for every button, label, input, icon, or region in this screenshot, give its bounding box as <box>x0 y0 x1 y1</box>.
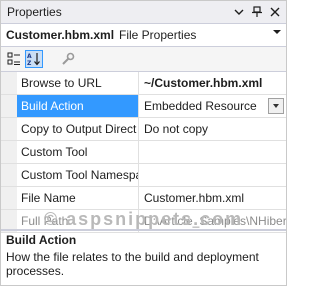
properties-toolbar: A Z <box>1 47 286 72</box>
close-icon <box>270 7 280 17</box>
chevron-down-icon <box>234 9 244 15</box>
row-gutter <box>1 164 17 186</box>
property-value[interactable]: Embedded Resource <box>140 95 286 117</box>
wrench-icon <box>62 52 75 65</box>
object-selector[interactable]: Customer.hbm.xml File Properties <box>1 24 286 47</box>
alphabetical-icon: A Z <box>27 53 40 66</box>
property-name: Build Action <box>17 95 139 117</box>
property-name: Custom Tool Namespa <box>17 164 139 186</box>
property-name: Browse to URL <box>17 72 139 94</box>
row-gutter <box>1 187 17 209</box>
property-value[interactable] <box>140 164 286 186</box>
panel-titlebar: Properties <box>1 1 286 24</box>
categorized-button[interactable] <box>5 50 23 68</box>
properties-panel: Properties Customer.hbm.xml File Propert… <box>0 0 287 286</box>
row-gutter <box>1 141 17 163</box>
chevron-down-icon <box>273 30 281 34</box>
svg-text:A: A <box>27 53 32 60</box>
property-row-file-name[interactable]: File Name Customer.hbm.xml <box>1 187 286 210</box>
property-name: Custom Tool <box>17 141 139 163</box>
property-value[interactable]: ~/Customer.hbm.xml <box>140 72 286 94</box>
property-value[interactable]: Do not copy <box>140 118 286 140</box>
row-gutter <box>1 72 17 94</box>
object-name: Customer.hbm.xml <box>6 28 115 42</box>
row-gutter <box>1 118 17 140</box>
object-dropdown-icon[interactable] <box>272 27 282 40</box>
watermark: © aspsnippets.com <box>43 209 244 229</box>
property-row-custom-tool-namespace[interactable]: Custom Tool Namespa <box>1 164 286 187</box>
property-row-browse-to-url[interactable]: Browse to URL ~/Customer.hbm.xml <box>1 72 286 95</box>
property-value[interactable]: Customer.hbm.xml <box>140 187 286 209</box>
property-row-copy-to-output[interactable]: Copy to Output Direct Do not copy <box>1 118 286 141</box>
pin-icon <box>252 6 262 17</box>
menu-button[interactable] <box>231 4 247 20</box>
property-row-custom-tool[interactable]: Custom Tool <box>1 141 286 164</box>
panel-title: Properties <box>7 5 62 19</box>
description-text: How the file relates to the build and de… <box>6 250 259 278</box>
property-value[interactable] <box>140 141 286 163</box>
pin-button[interactable] <box>249 4 265 20</box>
property-row-build-action[interactable]: Build Action Embedded Resource <box>1 95 286 118</box>
alphabetical-button[interactable]: A Z <box>25 50 43 68</box>
close-button[interactable] <box>267 4 283 20</box>
description-title: Build Action <box>6 233 77 247</box>
svg-text:Z: Z <box>27 60 32 66</box>
build-action-dropdown-button[interactable] <box>268 98 284 114</box>
description-splitter[interactable] <box>1 229 286 231</box>
row-gutter <box>1 95 17 117</box>
chevron-down-icon <box>273 104 279 108</box>
property-pages-button[interactable] <box>59 50 77 68</box>
categorized-icon <box>7 52 20 65</box>
description-pane: Build Action How the file relates to the… <box>6 233 281 278</box>
object-type: File Properties <box>119 28 197 42</box>
property-name: Copy to Output Direct <box>17 118 139 140</box>
property-name: File Name <box>17 187 139 209</box>
